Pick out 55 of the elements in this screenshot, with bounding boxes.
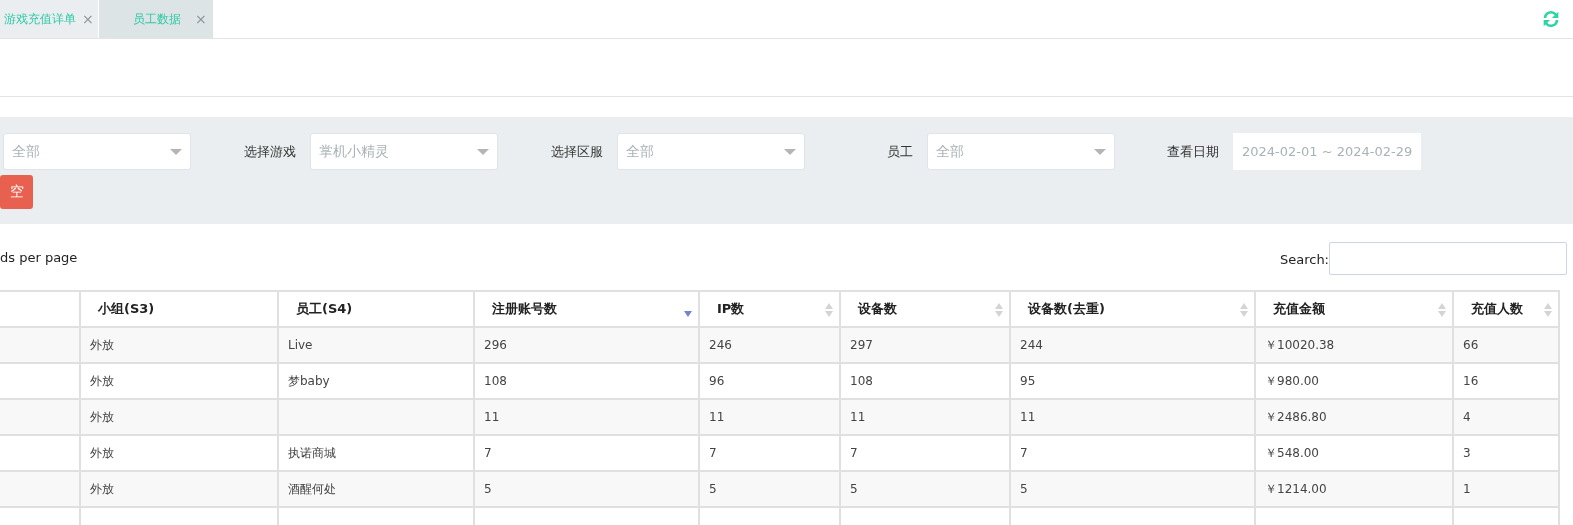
dropdown[interactable]: 掌机小精灵 xyxy=(310,133,498,170)
page-length-label: ds per page xyxy=(0,250,78,265)
filter-label: 选择游戏 xyxy=(244,142,296,161)
table-cell: 4 xyxy=(1453,399,1559,435)
clear-button[interactable]: 空 xyxy=(0,175,33,209)
table-cell: 244 xyxy=(1010,327,1255,363)
table-cell: 1 xyxy=(1453,471,1559,507)
column-header[interactable]: IP数 xyxy=(699,291,840,327)
sort-icon[interactable] xyxy=(825,303,833,317)
table-cell: 11 xyxy=(474,399,699,435)
dropdown[interactable]: 全部 xyxy=(927,133,1115,170)
search-label: Search: xyxy=(1279,252,1329,267)
table-cell: 11 xyxy=(699,399,840,435)
table-cell: 外放 xyxy=(80,471,278,507)
column-header[interactable]: 设备数(去重) xyxy=(1010,291,1255,327)
table-cell: 11 xyxy=(840,399,1010,435)
table-cell: 外放 xyxy=(80,327,278,363)
table-cell: 297 xyxy=(840,327,1010,363)
search-field[interactable] xyxy=(1329,242,1567,275)
table-cell: Live xyxy=(278,327,474,363)
column-header: 员工(S4) xyxy=(278,291,474,327)
filter-label: 查看日期 xyxy=(1167,142,1219,161)
sort-icon[interactable] xyxy=(1240,303,1248,317)
table-cell: ￥2486.80 xyxy=(1255,399,1453,435)
table-cell: ￥10020.38 xyxy=(1255,327,1453,363)
table-cell: 11 xyxy=(1010,399,1255,435)
column-header: 小组(S3) xyxy=(80,291,278,327)
sort-icon[interactable] xyxy=(1544,303,1552,317)
close-icon[interactable]: × xyxy=(195,11,207,27)
table-cell: 5 xyxy=(699,471,840,507)
table-cell: 酒醒何处 xyxy=(278,471,474,507)
table-cell: 66 xyxy=(1453,327,1559,363)
column-header[interactable]: 设备数 xyxy=(840,291,1010,327)
date-range-field[interactable]: 2024-02-01 ~ 2024-02-29 xyxy=(1233,133,1421,170)
filter-label: 选择区服 xyxy=(551,142,603,161)
close-icon[interactable]: × xyxy=(82,11,94,27)
tab-label[interactable]: 游戏充值详单 xyxy=(4,10,76,28)
table-cell: ￥1214.00 xyxy=(1255,471,1453,507)
column-header[interactable]: 注册账号数 xyxy=(474,291,699,327)
column-header[interactable]: 充值人数 xyxy=(1453,291,1559,327)
column-header[interactable]: 充值金额 xyxy=(1255,291,1453,327)
sort-icon[interactable] xyxy=(995,303,1003,317)
tab[interactable]: 员工数据 × xyxy=(99,0,214,38)
table-cell: 296 xyxy=(474,327,699,363)
table-cell: 246 xyxy=(699,327,840,363)
table-cell: 外放 xyxy=(80,399,278,435)
filter-label: 员工 xyxy=(887,142,913,161)
table-cell: 5 xyxy=(1010,471,1255,507)
table-cell: 5 xyxy=(840,471,1010,507)
tab[interactable]: 游戏充值详单 × xyxy=(0,0,99,38)
sort-icon[interactable] xyxy=(1438,303,1446,317)
tab-label[interactable]: 员工数据 xyxy=(133,10,181,28)
table-cell: 5 xyxy=(474,471,699,507)
dropdown[interactable]: 全部 xyxy=(617,133,805,170)
dropdown[interactable]: 全部 xyxy=(3,133,191,170)
